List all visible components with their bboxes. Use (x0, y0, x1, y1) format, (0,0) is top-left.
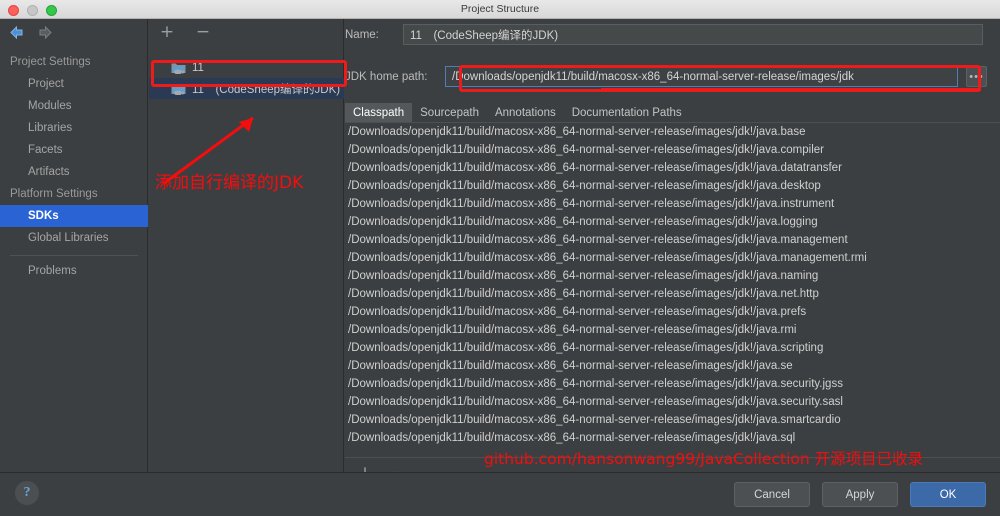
sdk-detail-panel: Name: 11 (CodeSheep编译的JDK) JDK home path… (345, 19, 1000, 472)
jdk-home-path-row: JDK home path: /Downloads/openjdk11/buil… (345, 66, 1000, 87)
list-item[interactable]: /Downloads/openjdk11/build/macosx-x86_64… (345, 267, 1000, 285)
help-button[interactable]: ? (15, 481, 39, 505)
list-item[interactable]: /Downloads/openjdk11/build/macosx-x86_64… (345, 321, 1000, 339)
sidebar-divider (10, 255, 138, 256)
annotation-underline-jdk-path (601, 88, 981, 91)
sdk-name-label: Name: (345, 29, 403, 41)
dialog-action-buttons: Cancel Apply OK (734, 482, 986, 507)
sdk-list-item-label: 11 (192, 62, 204, 74)
tab-sourcepath[interactable]: Sourcepath (412, 103, 487, 122)
jdk-home-path-input[interactable]: /Downloads/openjdk11/build/macosx-x86_64… (445, 66, 958, 87)
add-sdk-button[interactable]: + (157, 22, 177, 42)
sdk-detail-tabs: Classpath Sourcepath Annotations Documen… (345, 101, 1000, 122)
list-item[interactable]: /Downloads/openjdk11/build/macosx-x86_64… (345, 411, 1000, 429)
arrow-left-icon[interactable] (8, 25, 25, 40)
sidebar-item-global-libraries[interactable]: Global Libraries (0, 227, 148, 249)
tab-annotations[interactable]: Annotations (487, 103, 564, 122)
sdk-name-input[interactable]: 11 (CodeSheep编译的JDK) (403, 24, 983, 45)
remove-sdk-button[interactable]: − (193, 22, 213, 42)
window-title: Project Structure (0, 3, 1000, 15)
classpath-list[interactable]: /Downloads/openjdk11/build/macosx-x86_64… (345, 122, 1000, 457)
annotation-note-text: 添加自行编译的JDK (155, 168, 303, 193)
list-item[interactable]: /Downloads/openjdk11/build/macosx-x86_64… (345, 159, 1000, 177)
list-item[interactable]: /Downloads/openjdk11/build/macosx-x86_64… (345, 339, 1000, 357)
tab-classpath[interactable]: Classpath (345, 103, 412, 122)
sidebar-item-artifacts[interactable]: Artifacts (0, 161, 148, 183)
sidebar-item-modules[interactable]: Modules (0, 95, 148, 117)
nav-group-project-settings: Project Settings (0, 51, 148, 73)
sidebar-item-facets[interactable]: Facets (0, 139, 148, 161)
apply-button[interactable]: Apply (822, 482, 898, 507)
jdk-folder-icon (171, 82, 186, 95)
list-item[interactable]: /Downloads/openjdk11/build/macosx-x86_64… (345, 303, 1000, 321)
sidebar-item-libraries[interactable]: Libraries (0, 117, 148, 139)
list-item[interactable]: /Downloads/openjdk11/build/macosx-x86_64… (345, 249, 1000, 267)
window-titlebar: Project Structure (0, 0, 1000, 19)
sdk-list-toolbar: + − (157, 22, 213, 42)
annotation-watermark-text: github.com/hansonwang99/JavaCollection 开… (484, 447, 923, 469)
list-item[interactable]: /Downloads/openjdk11/build/macosx-x86_64… (345, 141, 1000, 159)
list-item[interactable]: /Downloads/openjdk11/build/macosx-x86_64… (345, 357, 1000, 375)
sdk-name-row: Name: 11 (CodeSheep编译的JDK) (345, 24, 1000, 45)
sdk-list-item[interactable]: 11 (149, 57, 344, 78)
browse-jdk-home-button[interactable]: ••• (966, 66, 987, 87)
list-item[interactable]: /Downloads/openjdk11/build/macosx-x86_64… (345, 195, 1000, 213)
list-item[interactable]: /Downloads/openjdk11/build/macosx-x86_64… (345, 123, 1000, 141)
list-item[interactable]: /Downloads/openjdk11/build/macosx-x86_64… (345, 393, 1000, 411)
list-item[interactable]: /Downloads/openjdk11/build/macosx-x86_64… (345, 375, 1000, 393)
project-structure-dialog: Project Structure Project Settings Proje… (0, 0, 1000, 516)
nav-group-platform-settings: Platform Settings (0, 183, 148, 205)
settings-sidebar: Project Settings Project Modules Librari… (0, 19, 148, 472)
sidebar-nav-arrows (8, 25, 54, 40)
dialog-footer: ? Cancel Apply OK (0, 472, 1000, 516)
sidebar-item-project[interactable]: Project (0, 73, 148, 95)
list-item[interactable]: /Downloads/openjdk11/build/macosx-x86_64… (345, 213, 1000, 231)
tab-documentation-paths[interactable]: Documentation Paths (564, 103, 690, 122)
sdk-list-item[interactable]: 11 (CodeSheep编译的JDK) (149, 78, 344, 99)
list-item[interactable]: /Downloads/openjdk11/build/macosx-x86_64… (345, 429, 1000, 447)
cancel-button[interactable]: Cancel (734, 482, 810, 507)
sdk-list-item-label: 11 (CodeSheep编译的JDK) (192, 81, 340, 97)
list-item[interactable]: /Downloads/openjdk11/build/macosx-x86_64… (345, 231, 1000, 249)
sdk-list-panel: + − 11 (149, 19, 344, 472)
jdk-folder-icon (171, 61, 186, 74)
ok-button[interactable]: OK (910, 482, 986, 507)
jdk-home-path-label: JDK home path: (345, 71, 445, 83)
arrow-right-icon (37, 25, 54, 40)
sidebar-item-problems[interactable]: Problems (0, 260, 148, 282)
sdk-items-list: 11 11 (CodeSheep编译的JDK) (149, 57, 344, 99)
list-item[interactable]: /Downloads/openjdk11/build/macosx-x86_64… (345, 177, 1000, 195)
sidebar-item-sdks[interactable]: SDKs (0, 205, 148, 227)
settings-nav-tree: Project Settings Project Modules Librari… (0, 51, 148, 282)
list-item[interactable]: /Downloads/openjdk11/build/macosx-x86_64… (345, 285, 1000, 303)
